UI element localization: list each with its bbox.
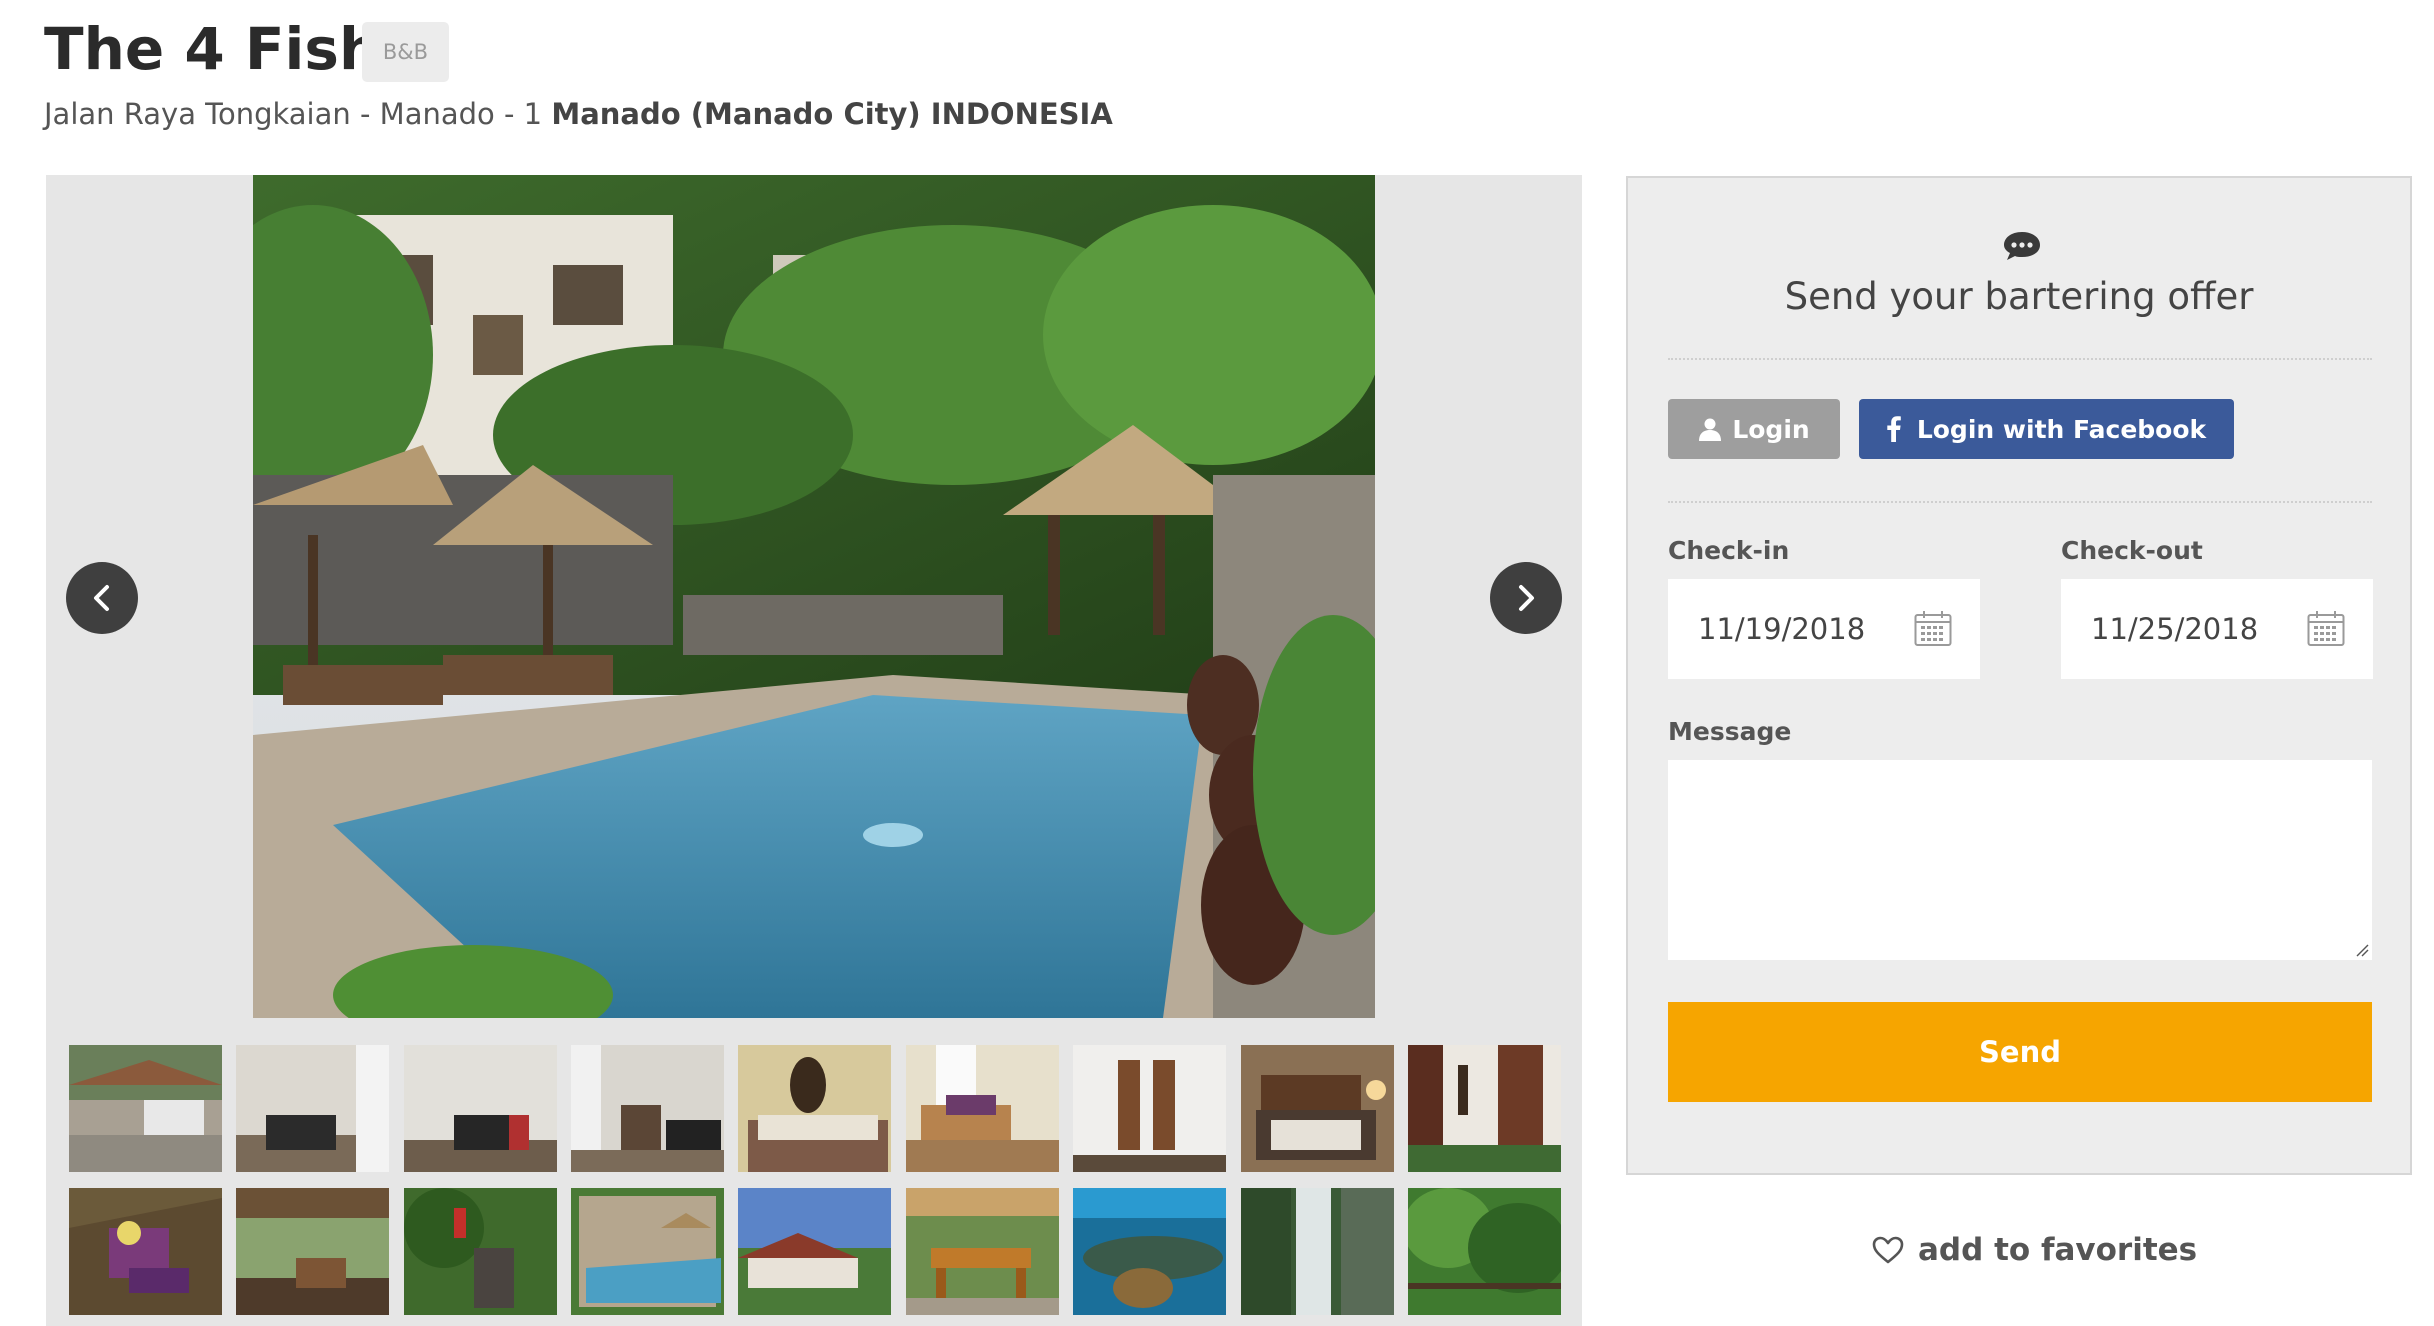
- previous-photo-button[interactable]: [66, 562, 138, 634]
- thumbnail-carvings[interactable]: [1073, 1045, 1226, 1172]
- thumbnail-hallway[interactable]: [571, 1045, 724, 1172]
- thumbnail-doorway[interactable]: [1408, 1045, 1561, 1172]
- thumbnail-bungalows[interactable]: [738, 1188, 891, 1315]
- thumbnail-towels[interactable]: [69, 1188, 222, 1315]
- chevron-left-icon: [94, 585, 109, 611]
- chat-bubble-icon: [2004, 232, 2040, 260]
- listing-title: The 4 Fish: [44, 15, 381, 83]
- checkout-date-value: 11/25/2018: [2091, 612, 2259, 646]
- offer-heading: Send your bartering offer: [1784, 275, 2254, 318]
- bartering-offer-panel: Send your bartering offer Login Login wi…: [1626, 176, 2412, 1175]
- thumbnail-row: [69, 1045, 1561, 1172]
- thumbnail-lounge[interactable]: [404, 1045, 557, 1172]
- message-textarea[interactable]: [1668, 760, 2372, 960]
- thumbnail-driveway[interactable]: [69, 1045, 222, 1172]
- checkin-date-value: 11/19/2018: [1698, 612, 1866, 646]
- address-street: Jalan Raya Tongkaian - Manado - 1: [44, 97, 543, 131]
- send-button[interactable]: Send: [1668, 1002, 2372, 1102]
- message-label: Message: [1668, 717, 1792, 746]
- facebook-login-button[interactable]: Login with Facebook: [1859, 399, 2234, 459]
- thumbnail-living-room[interactable]: [236, 1045, 389, 1172]
- facebook-button-label: Login with Facebook: [1916, 414, 2207, 444]
- main-photo[interactable]: [253, 175, 1375, 1018]
- checkout-label: Check-out: [2061, 536, 2203, 565]
- checkin-label: Check-in: [1668, 536, 1790, 565]
- login-button-label: Login: [1732, 414, 1810, 444]
- thumbnail-bedroom-lamp[interactable]: [1241, 1045, 1394, 1172]
- checkout-date-field[interactable]: 11/25/2018: [2061, 579, 2373, 679]
- thumbnail-waterfall[interactable]: [1241, 1188, 1394, 1315]
- facebook-icon: [1887, 416, 1901, 442]
- thumbnail-bedroom-desk[interactable]: [906, 1045, 1059, 1172]
- listing-address: Jalan Raya Tongkaian - Manado - 1 Manado…: [44, 93, 1113, 135]
- user-icon: [1699, 418, 1722, 441]
- thumbnail-pool[interactable]: [571, 1188, 724, 1315]
- thumbnail-bedroom-mirror[interactable]: [738, 1045, 891, 1172]
- chevron-right-icon: [1519, 585, 1534, 611]
- calendar-icon: [2307, 611, 2345, 646]
- add-to-favorites-link[interactable]: add to favorites: [1872, 1232, 2197, 1268]
- next-photo-button[interactable]: [1490, 562, 1562, 634]
- thumbnail-forest[interactable]: [1408, 1188, 1561, 1315]
- thumbnail-dining-terrace[interactable]: [906, 1188, 1059, 1315]
- thumbnail-reef[interactable]: [1073, 1188, 1226, 1315]
- checkin-date-field[interactable]: 11/19/2018: [1668, 579, 1980, 679]
- thumbnail-veranda[interactable]: [236, 1188, 389, 1315]
- photo-gallery: [46, 175, 1582, 1326]
- divider: [1668, 501, 2372, 503]
- category-badge: B&B: [362, 22, 449, 82]
- thumbnail-row: [69, 1188, 1561, 1315]
- calendar-icon: [1914, 611, 1952, 646]
- heart-icon: [1872, 1236, 1904, 1264]
- address-city: Manado (Manado City) INDONESIA: [551, 97, 1113, 131]
- thumbnail-garden-statue[interactable]: [404, 1188, 557, 1315]
- resize-grip-icon[interactable]: [2355, 943, 2369, 957]
- add-to-favorites-label: add to favorites: [1918, 1232, 2198, 1268]
- divider: [1668, 358, 2372, 360]
- login-button[interactable]: Login: [1668, 399, 1840, 459]
